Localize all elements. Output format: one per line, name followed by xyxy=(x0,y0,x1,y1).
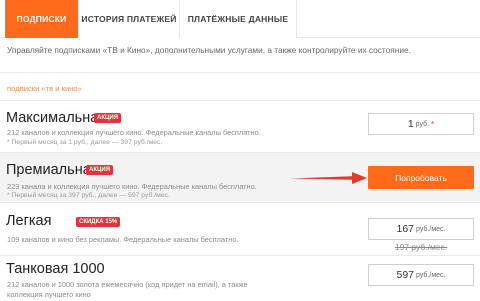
plan-name: Танковая 1000 xyxy=(6,261,105,277)
pointer-arrow-icon xyxy=(290,172,367,184)
promo-badge: АКЦИЯ xyxy=(86,165,114,175)
tab-payment-data[interactable]: ПЛАТЁЖНЫЕ ДАННЫЕ xyxy=(180,0,297,38)
plan-note: * Первый месяц за 1 руб., далее — 397 ру… xyxy=(7,139,163,146)
plan-description-line2: коллекция лучшего кино xyxy=(7,290,91,299)
divider xyxy=(0,72,480,73)
intro-text: Управляйте подписками «ТВ и Кино», допол… xyxy=(7,45,411,55)
price-value: 1 xyxy=(407,118,414,130)
plan-note: * Первый месяц за 397 руб., далее — 597 … xyxy=(7,192,170,199)
footnote-star: * xyxy=(431,119,435,129)
plan-name: Премиальная xyxy=(6,162,99,178)
plan-description: 109 каналов и кино без рекламы. Федераль… xyxy=(7,235,239,244)
price-value: 597 xyxy=(396,269,415,281)
plan-description: 212 каналов и 1000 золота ежемесячно (ко… xyxy=(7,280,248,289)
price-unit: руб./мес. xyxy=(416,225,446,233)
old-price: 197 руб./мес. xyxy=(394,242,448,252)
tab-subscriptions[interactable]: ПОДПИСКИ xyxy=(5,0,79,38)
price-unit: руб./мес. xyxy=(416,271,446,279)
plan-name: Максимальная xyxy=(6,110,107,126)
tab-payment-history[interactable]: ИСТОРИЯ ПЛАТЕЖЕЙ xyxy=(79,0,180,38)
plan-description: 223 канала и коллекция лучшего кино. Фед… xyxy=(7,182,257,191)
price-value: 167 xyxy=(396,223,415,235)
tab-bar: ПОДПИСКИ ИСТОРИЯ ПЛАТЕЖЕЙ ПЛАТЁЖНЫЕ ДАНН… xyxy=(0,0,480,38)
plan-row-tank: Танковая 1000 212 каналов и 1000 золота … xyxy=(0,256,480,301)
price-unit: руб. xyxy=(415,120,430,128)
try-button[interactable]: Попробовать xyxy=(368,166,474,189)
plan-name: Легкая xyxy=(6,213,52,229)
plan-row-maximal: Максимальная АКЦИЯ 212 каналов и коллекц… xyxy=(0,101,480,151)
plan-row-light: Легкая СКИДКА 15% 109 каналов и кино без… xyxy=(0,203,480,253)
plan-description: 212 каналов и коллекция лучшего кино. Фе… xyxy=(7,128,261,137)
price-box[interactable]: 1 руб. * xyxy=(368,113,474,135)
discount-badge: СКИДКА 15% xyxy=(76,217,121,227)
plan-row-premium: Премиальная АКЦИЯ 223 канала и коллекция… xyxy=(0,153,480,201)
price-box[interactable]: 167 руб./мес. xyxy=(368,218,474,240)
section-label: подписки «тв и кино» xyxy=(7,84,82,93)
price-box[interactable]: 597 руб./мес. xyxy=(368,264,474,286)
promo-badge: АКЦИЯ xyxy=(94,113,122,123)
